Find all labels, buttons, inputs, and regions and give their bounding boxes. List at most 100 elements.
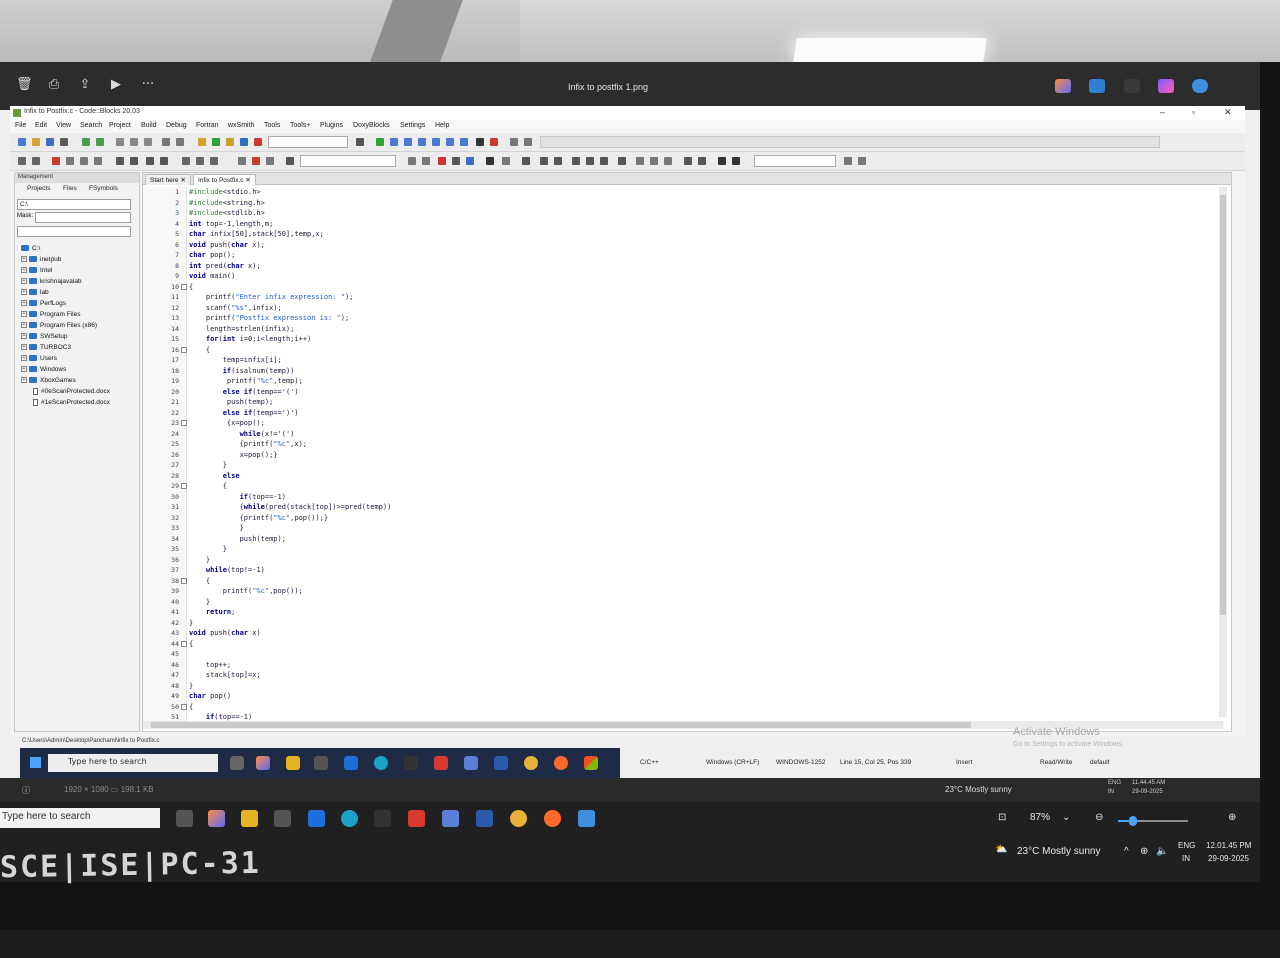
volume-icon[interactable]: 🔈	[1156, 846, 1168, 857]
close-icon[interactable]: ✕	[1224, 107, 1232, 118]
tree-file[interactable]: #1eScanProtected.docx	[21, 397, 139, 408]
layout-7-icon[interactable]	[618, 157, 626, 165]
maximize-icon[interactable]: ▫	[1192, 107, 1195, 117]
photos-icon[interactable]	[578, 810, 595, 827]
app-red-icon[interactable]	[408, 810, 425, 827]
abort-icon[interactable]	[254, 138, 262, 146]
new-file-icon[interactable]	[18, 138, 26, 146]
word-icon[interactable]	[494, 756, 508, 770]
layout-3-icon[interactable]	[554, 157, 562, 165]
expand-icon[interactable]: +	[21, 322, 27, 329]
code-line[interactable]: stack[top]=x;	[189, 670, 1189, 680]
clear-bookmarks-icon[interactable]	[94, 157, 102, 165]
menu-build[interactable]: Build	[141, 122, 157, 129]
prev-bookmark-icon[interactable]	[66, 157, 74, 165]
doxy-extract-icon[interactable]	[196, 157, 204, 165]
tree-item[interactable]: + TURBOC3	[21, 342, 139, 353]
outlook-icon[interactable]	[344, 756, 358, 770]
app-blue-icon[interactable]	[442, 810, 459, 827]
run-icon[interactable]	[212, 138, 220, 146]
layout-10-icon[interactable]	[664, 157, 672, 165]
next-instruction-icon[interactable]	[446, 138, 454, 146]
fold-toggle-icon[interactable]	[181, 283, 187, 290]
layout-9-icon[interactable]	[650, 157, 658, 165]
code-line[interactable]: if(isalnum(temp))	[189, 366, 1189, 376]
save-all-icon[interactable]	[60, 138, 68, 146]
file-explorer-icon[interactable]	[286, 756, 300, 770]
back-icon[interactable]	[18, 157, 26, 165]
tree-item[interactable]: + Program Files	[21, 309, 139, 320]
inner-search-box[interactable]: Type here to search	[48, 754, 218, 772]
redo-icon[interactable]	[96, 138, 104, 146]
tree-item[interactable]: + XboxGames	[21, 375, 139, 386]
tree-item[interactable]: + Users	[21, 353, 139, 364]
terminal-icon[interactable]	[404, 756, 418, 770]
menu-help[interactable]: Help	[435, 122, 449, 129]
doxy-wizard-icon[interactable]	[182, 157, 190, 165]
paste-icon[interactable]	[144, 138, 152, 146]
code-completion-icon[interactable]	[116, 157, 124, 165]
forward-icon[interactable]	[32, 157, 40, 165]
onedrive-icon[interactable]	[1192, 79, 1208, 93]
code-line[interactable]: else if(temp=='(')	[189, 387, 1189, 397]
code-line[interactable]: while(top!=-1)	[189, 565, 1189, 575]
task-view-icon[interactable]	[176, 810, 193, 827]
tree-file[interactable]: #0eScanProtected.docx	[21, 386, 139, 397]
code-line[interactable]: }	[189, 597, 1189, 607]
code-line[interactable]: push(temp);	[189, 534, 1189, 544]
rebuild-icon[interactable]	[240, 138, 248, 146]
code-line[interactable]: printf("Enter infix expression: ");	[189, 292, 1189, 302]
jump-next-icon[interactable]	[266, 157, 274, 165]
next-line-icon[interactable]	[404, 138, 412, 146]
expand-icon[interactable]: +	[21, 256, 27, 263]
expand-icon[interactable]: +	[21, 311, 27, 318]
more-icon[interactable]: ···	[138, 78, 158, 92]
menu-fortran[interactable]: Fortran	[196, 122, 219, 129]
share-icon[interactable]: ⇪	[77, 78, 93, 92]
show-callers-icon[interactable]	[130, 157, 138, 165]
build-target-select[interactable]	[268, 136, 348, 148]
edge-icon[interactable]	[374, 756, 388, 770]
layout-6-icon[interactable]	[600, 157, 608, 165]
expand-icon[interactable]: +	[21, 344, 27, 351]
code-line[interactable]: top++;	[189, 660, 1189, 670]
layout-1-icon[interactable]	[522, 157, 530, 165]
tree-root[interactable]: C:\	[21, 243, 139, 254]
code-line[interactable]: else	[189, 471, 1189, 481]
slideshow-icon[interactable]: ▶	[108, 78, 124, 92]
network-icon[interactable]: ⊕	[1140, 846, 1148, 857]
tree-item[interactable]: + lab	[21, 287, 139, 298]
tree-item[interactable]: + Program Files (x86)	[21, 320, 139, 331]
weather-icon[interactable]: ⛅	[995, 844, 1007, 855]
code-line[interactable]: void push(char x)	[189, 628, 1189, 638]
scope-select[interactable]	[300, 155, 396, 167]
debug-start-icon[interactable]	[376, 138, 384, 146]
code-line[interactable]: {	[189, 282, 1189, 292]
terminal-icon[interactable]	[374, 810, 391, 827]
doxy-block-icon[interactable]	[210, 157, 218, 165]
breakpoint-icon[interactable]	[252, 157, 260, 165]
vertical-scroll-thumb[interactable]	[1220, 195, 1226, 615]
code-line[interactable]: printf("%c",temp);	[189, 376, 1189, 386]
code-line[interactable]: {	[189, 345, 1189, 355]
build-icon[interactable]	[198, 138, 206, 146]
edit-icon[interactable]	[1089, 79, 1105, 93]
code-line[interactable]: else if(temp==')')	[189, 408, 1189, 418]
fold-toggle-icon[interactable]	[181, 346, 187, 353]
menu-edit[interactable]: Edit	[35, 122, 47, 129]
code-line[interactable]: }	[189, 523, 1189, 533]
zoom-level[interactable]: 87%	[1030, 812, 1050, 823]
trash-icon[interactable]: 🗑	[16, 78, 33, 92]
code-line[interactable]: while(x!='(')	[189, 429, 1189, 439]
menu-wxsmith[interactable]: wxSmith	[228, 122, 254, 129]
copilot-icon[interactable]	[1055, 79, 1071, 93]
code-line[interactable]: }	[189, 544, 1189, 554]
code-line[interactable]: }	[189, 681, 1189, 691]
windows-start-icon[interactable]	[30, 757, 41, 768]
run-to-cursor-icon[interactable]	[390, 138, 398, 146]
debug-windows-icon[interactable]	[510, 138, 518, 146]
tree-item[interactable]: + inetpub	[21, 254, 139, 265]
print-code-icon[interactable]	[452, 157, 460, 165]
fit-window-icon[interactable]: ⊡	[998, 812, 1006, 823]
nav-forward-icon[interactable]	[422, 157, 430, 165]
